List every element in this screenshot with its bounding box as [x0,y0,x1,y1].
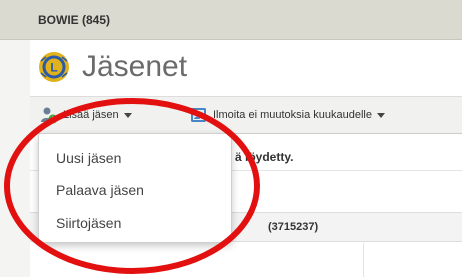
svg-text:L: L [50,61,57,75]
chevron-down-icon [123,112,132,118]
search-result-text: ä löydetty. [235,150,294,164]
member-toolbar: Lisää jäsen Ilmoita ei muutoksia kuukaud… [30,96,462,134]
member-id-text: (3715237) [268,221,319,233]
add-member-dropdown-menu: Uusi jäsen Palaava jäsen Siirtojäsen [38,133,232,243]
page-title: Jäsenet [82,50,188,83]
lions-logo-icon: L [39,52,69,82]
contact-card-icon [191,108,206,122]
menu-item-transfer-member[interactable]: Siirtojäsen [56,215,121,231]
menu-item-returning-member[interactable]: Palaava jäsen [56,182,144,198]
add-user-icon [41,107,58,124]
add-member-button[interactable]: Lisää jäsen [40,104,132,126]
notify-no-changes-label: Ilmoita ei muutoksia kuukaudelle [213,109,372,121]
left-sidebar-strip [0,40,30,277]
column-divider [363,243,364,277]
club-header-bar: BOWIE (845) [0,0,462,40]
notify-no-changes-button[interactable]: Ilmoita ei muutoksia kuukaudelle [190,104,385,126]
chevron-down-icon [376,112,385,118]
menu-item-new-member[interactable]: Uusi jäsen [56,150,121,166]
club-title: BOWIE (845) [38,13,111,27]
add-member-label: Lisää jäsen [63,109,119,121]
